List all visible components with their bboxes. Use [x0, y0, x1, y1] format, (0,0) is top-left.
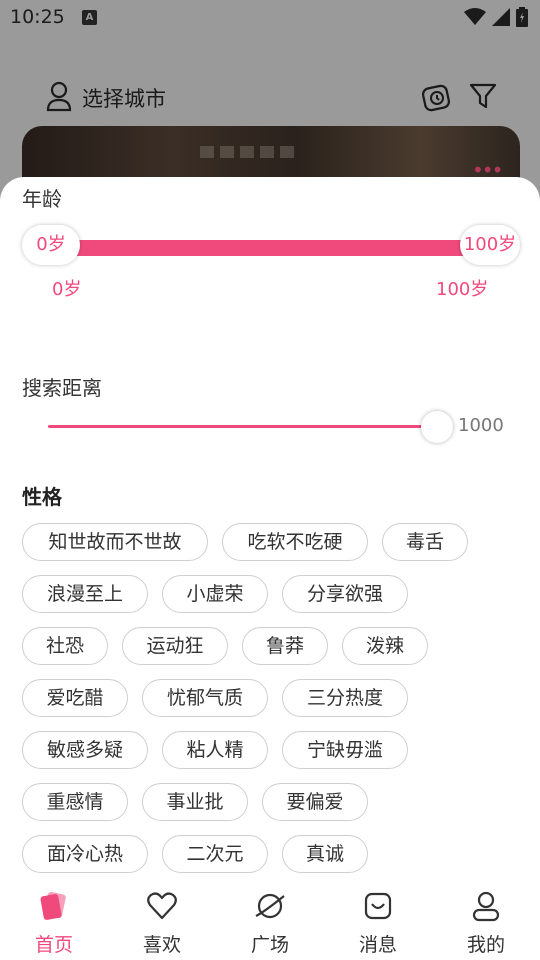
nav-item-4[interactable]: 我的: [432, 884, 540, 960]
personality-tag[interactable]: 知世故而不世故: [22, 523, 208, 561]
personality-tag[interactable]: 三分热度: [282, 679, 408, 717]
age-max-handle[interactable]: 100岁: [460, 225, 520, 265]
personality-tag[interactable]: 小虚荣: [162, 575, 268, 613]
age-max-value: 100岁: [436, 279, 489, 300]
photo-window-detail: [200, 146, 214, 158]
user-icon: [470, 890, 502, 922]
personality-tag[interactable]: 二次元: [162, 835, 268, 873]
personality-tag[interactable]: 毒舌: [382, 523, 468, 561]
tag-row: 知世故而不世故 吃软不吃硬 毒舌: [22, 523, 522, 561]
distance-label: 搜索距离: [22, 376, 102, 400]
photo-window-detail: [280, 146, 294, 158]
nav-label: 首页: [34, 934, 73, 956]
nav-label: 消息: [358, 934, 397, 956]
location-person-icon[interactable]: [44, 80, 74, 112]
personality-tag[interactable]: 鲁莽: [242, 627, 328, 665]
status-icons: [464, 7, 528, 27]
tag-row: 爱吃醋 忧郁气质 三分热度: [22, 679, 522, 717]
personality-tag[interactable]: 粘人精: [162, 731, 268, 769]
personality-tag[interactable]: 爱吃醋: [22, 679, 128, 717]
top-header: 选择城市: [0, 76, 540, 118]
distance-value: 1000: [458, 415, 504, 436]
personality-tag[interactable]: 宁缺毋滥: [282, 731, 408, 769]
photo-window-detail: [260, 146, 274, 158]
nav-item-3[interactable]: 消息: [324, 884, 432, 960]
personality-tag[interactable]: 吃软不吃硬: [222, 523, 368, 561]
filter-icon[interactable]: [468, 81, 498, 111]
personality-tag[interactable]: 事业批: [142, 783, 248, 821]
tag-row: 重感情 事业批 要偏爱: [22, 783, 522, 821]
bottom-nav: 首页 喜欢 广场 消息 我的: [0, 884, 540, 960]
distance-slider-track[interactable]: [48, 425, 422, 428]
tag-row: 面冷心热 二次元 真诚: [22, 835, 522, 873]
status-time: 10:25: [10, 6, 65, 28]
tag-row: 浪漫至上 小虚荣 分享欲强: [22, 575, 522, 613]
status-bar: 10:25 A: [0, 0, 540, 36]
nav-label: 我的: [466, 934, 505, 956]
personality-tag[interactable]: 面冷心热: [22, 835, 148, 873]
signal-icon: [492, 8, 510, 26]
history-clock-icon[interactable]: [420, 81, 452, 113]
personality-tag[interactable]: 忧郁气质: [142, 679, 268, 717]
wifi-icon: [464, 8, 486, 25]
personality-tag[interactable]: 重感情: [22, 783, 128, 821]
age-min-handle[interactable]: 0岁: [22, 225, 80, 265]
personality-tag[interactable]: 社恐: [22, 627, 108, 665]
tag-row: 敏感多疑 粘人精 宁缺毋滥: [22, 731, 522, 769]
personality-tag[interactable]: 真诚: [282, 835, 368, 873]
age-label: 年龄: [22, 187, 62, 211]
nav-item-0[interactable]: 首页: [0, 884, 108, 960]
nav-label: 喜欢: [142, 934, 181, 956]
age-range-track[interactable]: [46, 240, 486, 256]
message-bag-icon: [362, 890, 394, 922]
distance-slider-thumb[interactable]: [421, 411, 453, 443]
battery-icon: [516, 7, 528, 27]
personality-tag[interactable]: 浪漫至上: [22, 575, 148, 613]
photo-window-detail: [220, 146, 234, 158]
filter-sheet: 年龄 0岁 100岁 0岁 100岁 搜索距离 1000 性格 知世故而不世故吃…: [0, 177, 540, 960]
personality-tag[interactable]: 敏感多疑: [22, 731, 148, 769]
heart-icon: [146, 890, 178, 922]
notification-a-icon: A: [82, 10, 97, 25]
personality-tag[interactable]: 要偏爱: [262, 783, 368, 821]
tag-row: 社恐 运动狂 鲁莽 泼辣: [22, 627, 522, 665]
personality-tags: 知世故而不世故 吃软不吃硬 毒舌 浪漫至上 小虚荣 分享欲强 社恐 运动狂 鲁莽 泼辣 爱吃醋 忧郁气…: [22, 523, 522, 887]
personality-title: 性格: [22, 485, 62, 509]
nav-item-1[interactable]: 喜欢: [108, 884, 216, 960]
personality-tag[interactable]: 泼辣: [342, 627, 428, 665]
age-min-value: 0岁: [52, 279, 82, 300]
personality-tag[interactable]: 运动狂: [122, 627, 228, 665]
select-city-button[interactable]: 选择城市: [82, 83, 166, 113]
personality-tag[interactable]: 分享欲强: [282, 575, 408, 613]
nav-item-2[interactable]: 广场: [216, 884, 324, 960]
photo-window-detail: [240, 146, 254, 158]
cards-icon: [38, 890, 70, 922]
nav-label: 广场: [250, 934, 289, 956]
planet-icon: [254, 890, 286, 922]
